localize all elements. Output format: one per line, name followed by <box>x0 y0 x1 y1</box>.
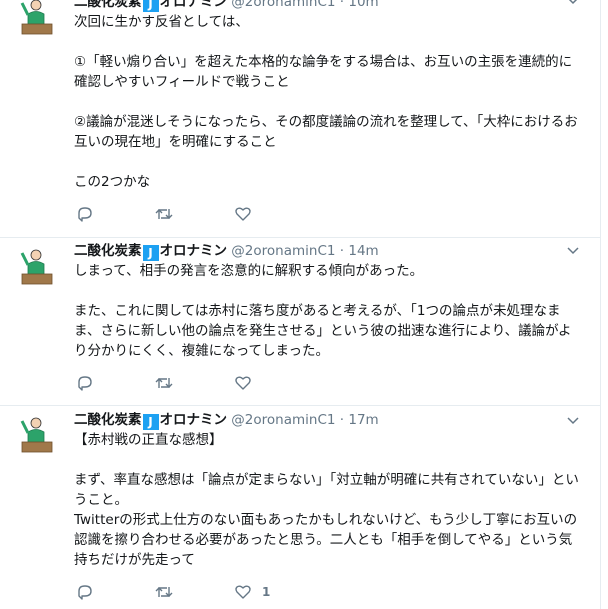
tweet-paragraph: この2つかな <box>74 174 151 190</box>
timestamp[interactable]: 14m <box>348 243 378 259</box>
heart-icon <box>235 207 251 221</box>
tweet-text: 【赤村戦の正直な感想】 まず、率直な感想は「論点が定まらない」「対立軸が明確に共… <box>74 430 579 570</box>
tweet-paragraph: また、これに関しては赤村に落ち度があると考えるが、「1つの論点が未処理なまま、さ… <box>74 303 572 359</box>
name-badge: J <box>142 414 159 430</box>
avatar[interactable] <box>14 414 60 458</box>
avatar[interactable] <box>14 246 60 290</box>
tweet[interactable]: 二酸化炭素 J オロナミン @2oronaminC1 · 17m 【赤村戦の正直な感… <box>0 406 600 609</box>
retweet-button[interactable] <box>154 205 174 223</box>
tweet-paragraph: 【赤村戦の正直な感想】 <box>74 432 223 448</box>
tweet-text: しまって、相手の発言を恣意的に解釈する傾向があった。 また、これに関しては赤村に… <box>74 261 579 361</box>
tweet-actions: 1 <box>74 583 374 603</box>
separator-dot: · <box>339 412 345 428</box>
tweet-header: 二酸化炭素 J オロナミン @2oronaminC1 · 17m <box>74 410 379 430</box>
reply-icon <box>78 207 92 222</box>
tweet-paragraph: ②議論が混迷しそうになったら、その都度議論の流れを整理して、「大枠におけるお互い… <box>74 114 578 150</box>
retweet-button[interactable] <box>154 583 174 601</box>
user-handle[interactable]: @2oronaminC1 <box>231 243 335 259</box>
tweet-paragraph: ①「軽い煽り合い」を超えた本格的な論争をする場合は、お互いの主張を連続的に確認し… <box>74 54 573 90</box>
reply-icon <box>78 585 92 600</box>
tweet-paragraph: まず、率直な感想は「論点が定まらない」「対立軸が明確に共有されていない」というこ… <box>74 472 579 568</box>
timestamp[interactable]: 10m <box>348 0 378 10</box>
tweet-actions <box>74 205 374 225</box>
display-name[interactable]: 二酸化炭素 <box>74 412 142 428</box>
name-badge: J <box>142 245 159 261</box>
tweet-text: 次回に生かす反省としては、 ①「軽い煽り合い」を超えた本格的な論争をする場合は、… <box>74 12 579 192</box>
user-handle[interactable]: @2oronaminC1 <box>231 412 335 428</box>
separator-dot: · <box>339 0 345 10</box>
timeline: 二酸化炭素 J オロナミン @2oronaminC1 · 10m 次回に生かす反省と… <box>0 0 601 609</box>
name-badge: J <box>142 0 159 12</box>
heart-icon <box>235 376 251 390</box>
like-button[interactable] <box>234 374 262 392</box>
user-handle[interactable]: @2oronaminC1 <box>231 0 335 10</box>
chevron-down-icon[interactable] <box>566 244 580 258</box>
avatar[interactable] <box>14 0 60 40</box>
tweet-actions <box>74 374 374 394</box>
reply-button[interactable] <box>76 205 94 223</box>
retweet-icon <box>155 378 173 388</box>
tweet[interactable]: 二酸化炭素 J オロナミン @2oronaminC1 · 14m しまって、相手の発… <box>0 238 600 405</box>
separator-dot: · <box>339 243 345 259</box>
heart-icon <box>235 585 251 599</box>
reply-icon <box>78 376 92 391</box>
timestamp[interactable]: 17m <box>348 412 378 428</box>
display-name[interactable]: 二酸化炭素 <box>74 0 142 10</box>
reply-button[interactable] <box>76 583 94 601</box>
retweet-icon <box>155 587 173 597</box>
tweet[interactable]: 二酸化炭素 J オロナミン @2oronaminC1 · 10m 次回に生かす反省と… <box>0 0 600 237</box>
like-count: 1 <box>262 585 271 599</box>
like-button[interactable]: 1 <box>234 583 270 601</box>
display-name-suffix[interactable]: オロナミン <box>160 412 228 428</box>
chevron-down-icon[interactable] <box>566 0 580 8</box>
tweet-paragraph: 次回に生かす反省としては、 <box>74 14 249 30</box>
chevron-down-icon[interactable] <box>566 414 580 428</box>
tweet-header: 二酸化炭素 J オロナミン @2oronaminC1 · 10m <box>74 0 379 12</box>
retweet-icon <box>155 209 173 219</box>
display-name-suffix[interactable]: オロナミン <box>160 243 228 259</box>
display-name[interactable]: 二酸化炭素 <box>74 243 142 259</box>
reply-button[interactable] <box>76 374 94 392</box>
like-button[interactable] <box>234 205 262 223</box>
tweet-header: 二酸化炭素 J オロナミン @2oronaminC1 · 14m <box>74 241 379 261</box>
display-name-suffix[interactable]: オロナミン <box>160 0 228 10</box>
retweet-button[interactable] <box>154 374 174 392</box>
tweet-paragraph: しまって、相手の発言を恣意的に解釈する傾向があった。 <box>74 263 424 279</box>
